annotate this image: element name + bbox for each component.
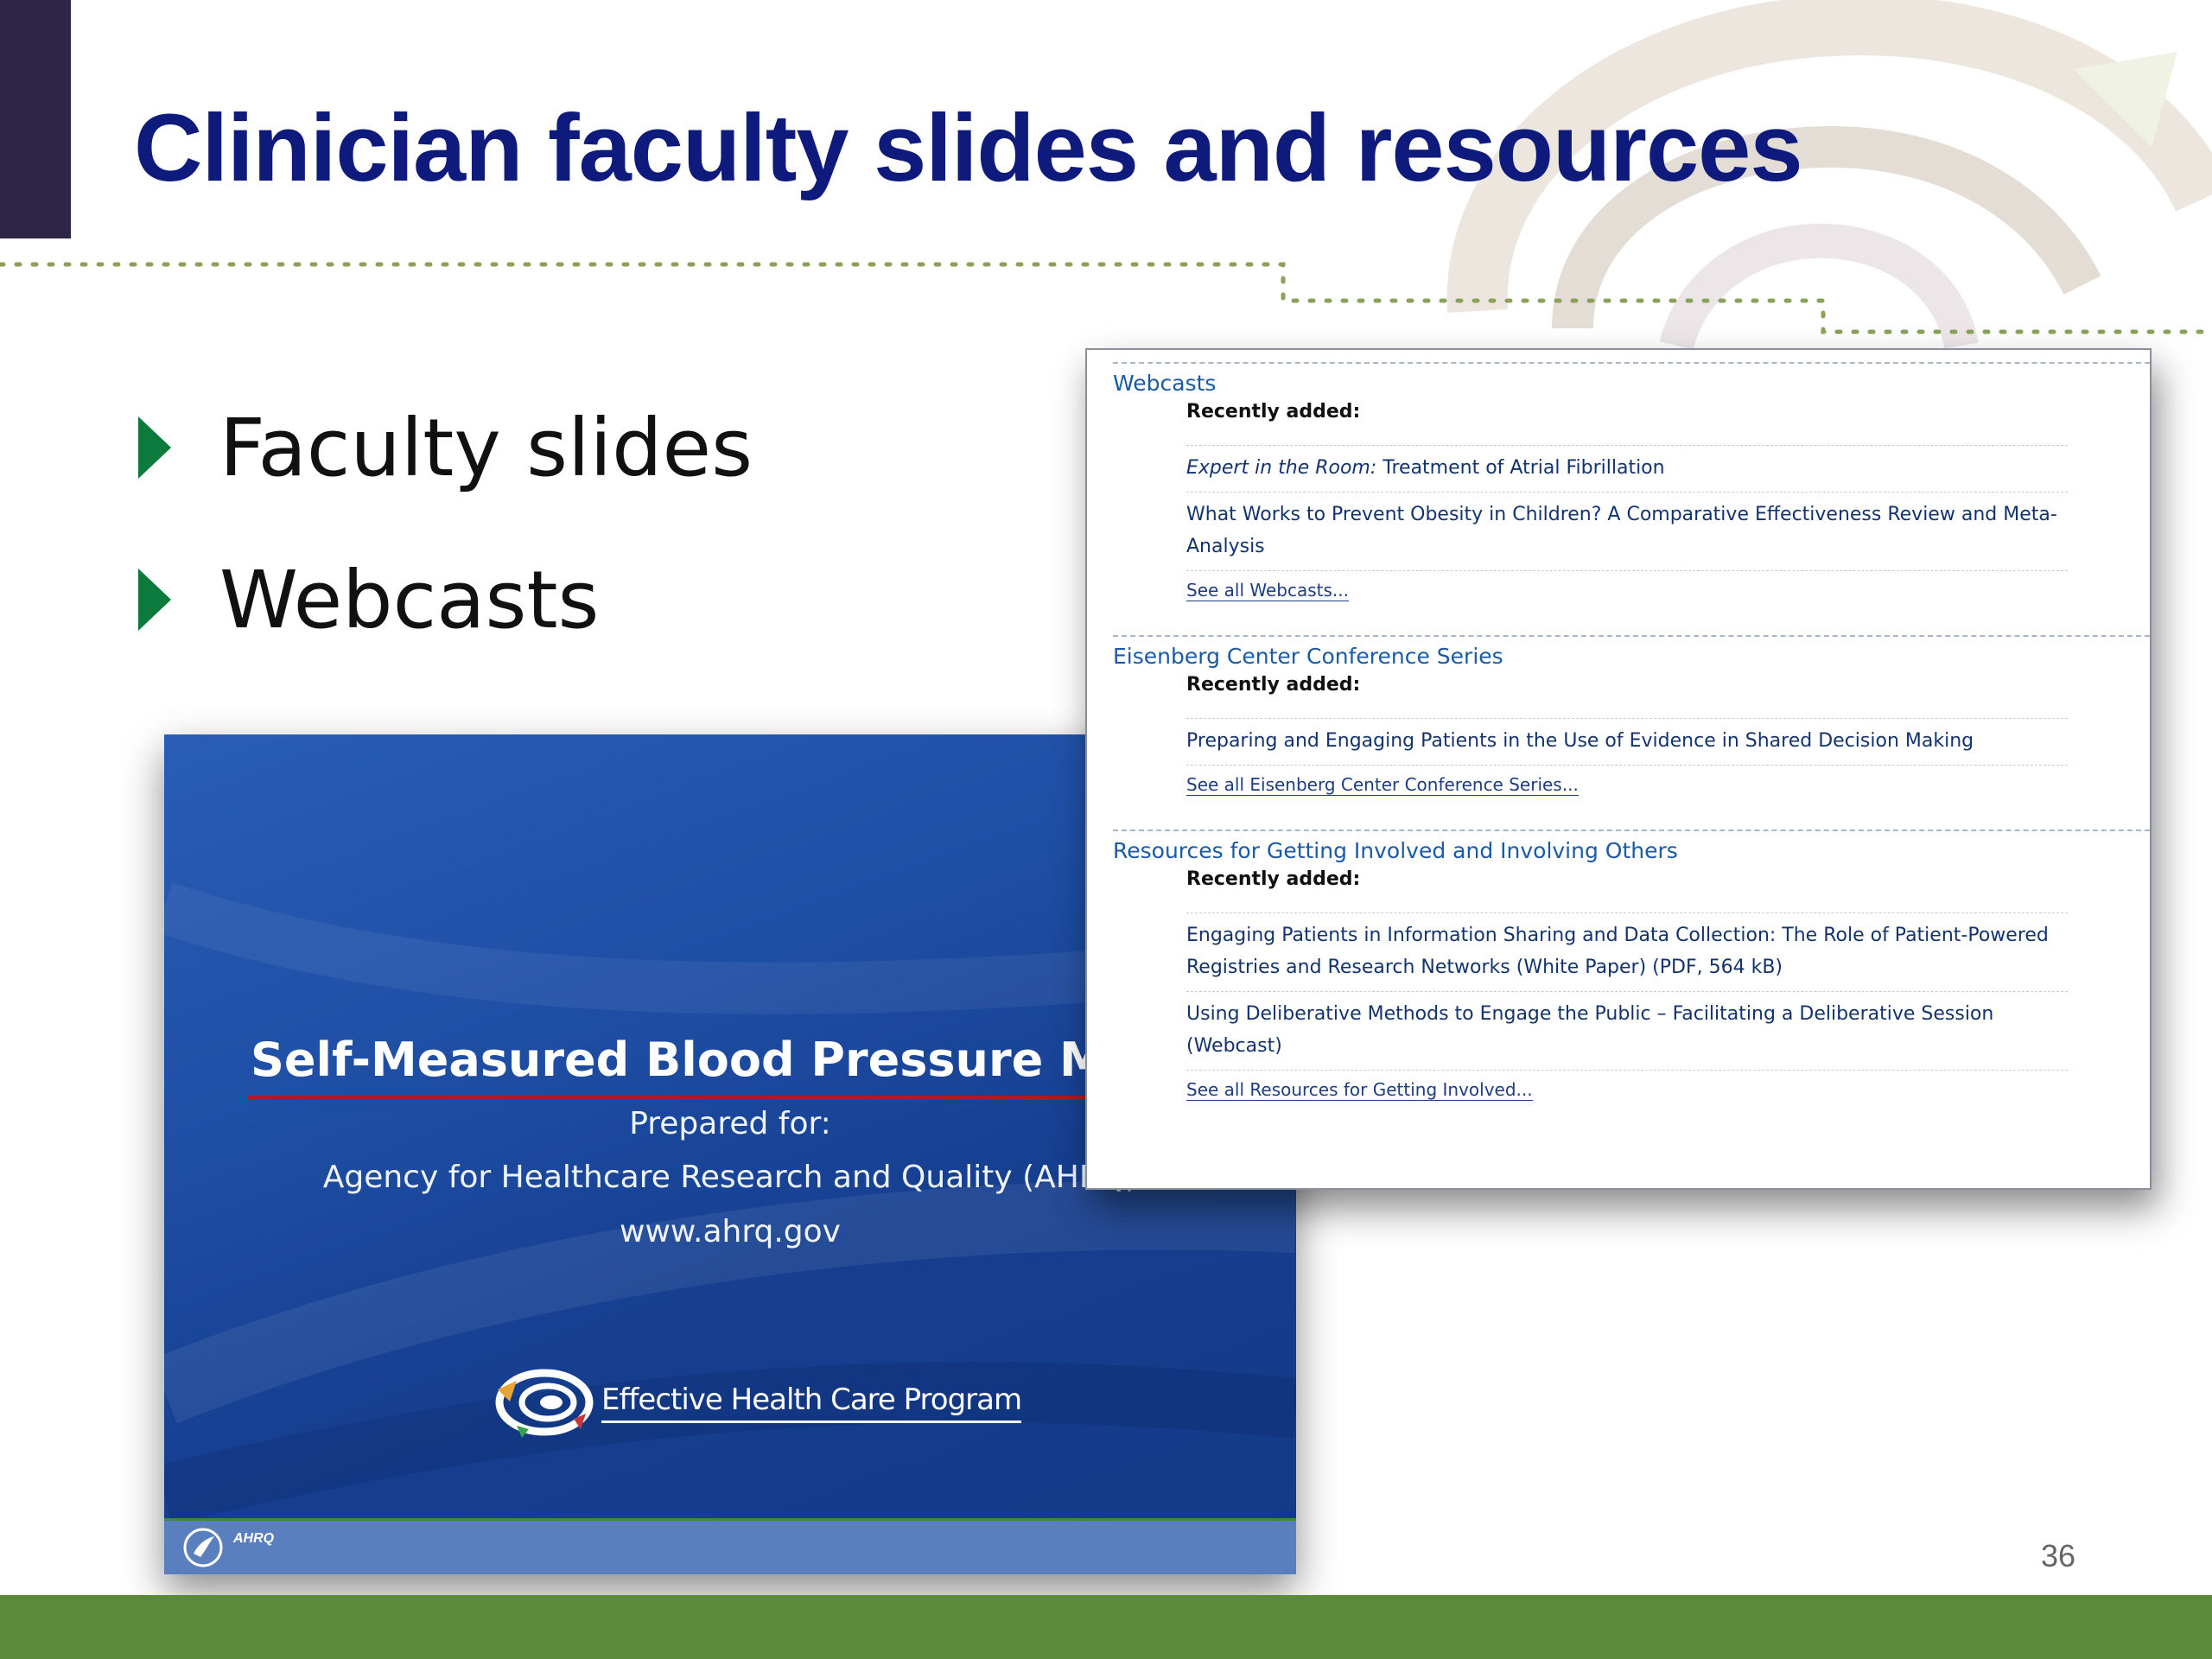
bullet-item: Webcasts xyxy=(138,524,753,676)
ahrq-footer-logo: AHRQ xyxy=(233,1531,275,1546)
ehc-swirl-icon xyxy=(495,1369,594,1438)
thumbnail-footer: AHRQ xyxy=(164,1518,1296,1574)
see-all-row: See all Eisenberg Center Conference Seri… xyxy=(1186,765,2068,830)
bullet-arrow-icon xyxy=(138,569,171,631)
dotted-divider xyxy=(0,262,2212,334)
bullet-text: Faculty slides xyxy=(219,401,753,494)
resource-list: Preparing and Engaging Patients in the U… xyxy=(1186,718,2068,765)
page-number: 36 xyxy=(2041,1538,2076,1573)
recently-added-label: Recently added: xyxy=(1186,674,1361,696)
resource-link[interactable]: Using Deliberative Methods to Engage the… xyxy=(1186,991,2068,1070)
resource-link-italic: Expert in the Room: xyxy=(1186,457,1377,479)
section-eisenberg: Eisenberg Center Conference Series Recen… xyxy=(1113,635,2150,830)
webpage-screenshot: Webcasts Recently added: Expert in the R… xyxy=(1085,348,2152,1190)
recently-added-label: Recently added: xyxy=(1186,401,1361,423)
section-heading[interactable]: Resources for Getting Involved and Invol… xyxy=(1113,838,2150,863)
resource-list: Expert in the Room: Treatment of Atrial … xyxy=(1186,445,2068,570)
section-heading[interactable]: Eisenberg Center Conference Series xyxy=(1113,644,2150,669)
see-all-link[interactable]: See all Webcasts... xyxy=(1186,580,1349,601)
see-all-link[interactable]: See all Eisenberg Center Conference Seri… xyxy=(1186,774,1579,796)
bullet-list: Faculty slides Webcasts xyxy=(138,372,753,676)
ehc-program-name: Effective Health Care Program xyxy=(601,1382,1022,1423)
resource-link[interactable]: Expert in the Room: Treatment of Atrial … xyxy=(1186,445,2068,492)
see-all-row: See all Webcasts... xyxy=(1186,570,2068,635)
section-heading[interactable]: Webcasts xyxy=(1113,371,2150,396)
resource-link-text: What Works to Prevent Obesity in Childre… xyxy=(1186,504,2057,557)
section-webcasts: Webcasts Recently added: Expert in the R… xyxy=(1113,362,2150,635)
resource-link-text: Preparing and Engaging Patients in the U… xyxy=(1186,730,1974,752)
bullet-arrow-icon xyxy=(138,416,171,479)
footer-bar xyxy=(0,1595,2212,1659)
thumbnail-website: www.ahrq.gov xyxy=(620,1214,841,1249)
bullet-text: Webcasts xyxy=(219,553,600,646)
resource-link-text: Treatment of Atrial Fibrillation xyxy=(1376,457,1665,479)
resource-link[interactable]: What Works to Prevent Obesity in Childre… xyxy=(1186,492,2068,570)
see-all-row: See all Resources for Getting Involved..… xyxy=(1186,1070,2068,1135)
resource-list: Engaging Patients in Information Sharing… xyxy=(1186,912,2068,1070)
section-getting-involved: Resources for Getting Involved and Invol… xyxy=(1113,830,2150,1135)
see-all-link[interactable]: See all Resources for Getting Involved..… xyxy=(1186,1079,1533,1101)
bullet-item: Faculty slides xyxy=(138,372,753,524)
slide-title: Clinician faculty slides and resources xyxy=(134,95,1803,201)
corner-block xyxy=(0,0,71,238)
effective-health-care-logo: Effective Health Care Program xyxy=(491,1363,1022,1441)
resource-link-text: Using Deliberative Methods to Engage the… xyxy=(1186,1003,1994,1057)
thumbnail-title: Self-Measured Blood Pressure Moni xyxy=(251,1033,1187,1087)
hhs-eagle-icon xyxy=(183,1528,223,1567)
resource-link-text: Engaging Patients in Information Sharing… xyxy=(1186,925,2049,978)
resource-link[interactable]: Engaging Patients in Information Sharing… xyxy=(1186,912,2068,991)
recently-added-label: Recently added: xyxy=(1186,868,1361,890)
resource-link[interactable]: Preparing and Engaging Patients in the U… xyxy=(1186,718,2068,765)
